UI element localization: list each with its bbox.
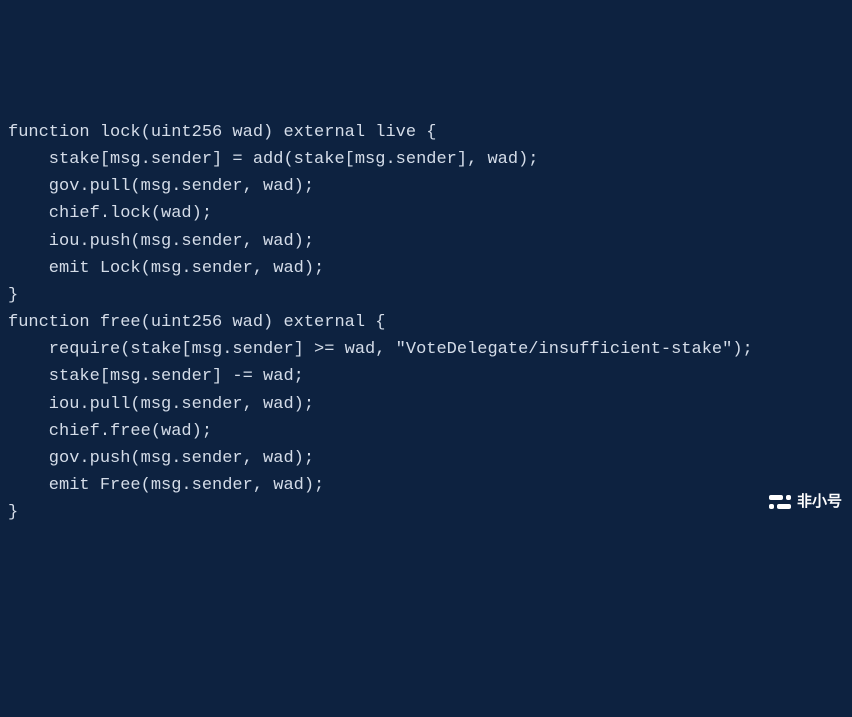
code-line: } xyxy=(8,282,844,309)
code-line: stake[msg.sender] = add(stake[msg.sender… xyxy=(8,146,844,173)
code-line: function free(uint256 wad) external { xyxy=(8,309,844,336)
code-line: } xyxy=(8,499,844,526)
code-line: chief.free(wad); xyxy=(8,418,844,445)
watermark: 非小号 xyxy=(769,490,842,514)
code-line: require(stake[msg.sender] >= wad, "VoteD… xyxy=(8,336,844,363)
code-line: chief.lock(wad); xyxy=(8,200,844,227)
code-block: function lock(uint256 wad) external live… xyxy=(8,119,844,527)
code-line: function lock(uint256 wad) external live… xyxy=(8,119,844,146)
code-line: gov.push(msg.sender, wad); xyxy=(8,445,844,472)
code-line: iou.pull(msg.sender, wad); xyxy=(8,391,844,418)
code-line: gov.pull(msg.sender, wad); xyxy=(8,173,844,200)
watermark-icon xyxy=(769,495,791,509)
watermark-text: 非小号 xyxy=(797,490,842,514)
code-line: iou.push(msg.sender, wad); xyxy=(8,228,844,255)
code-line: stake[msg.sender] -= wad; xyxy=(8,363,844,390)
code-line: emit Free(msg.sender, wad); xyxy=(8,472,844,499)
code-line: emit Lock(msg.sender, wad); xyxy=(8,255,844,282)
